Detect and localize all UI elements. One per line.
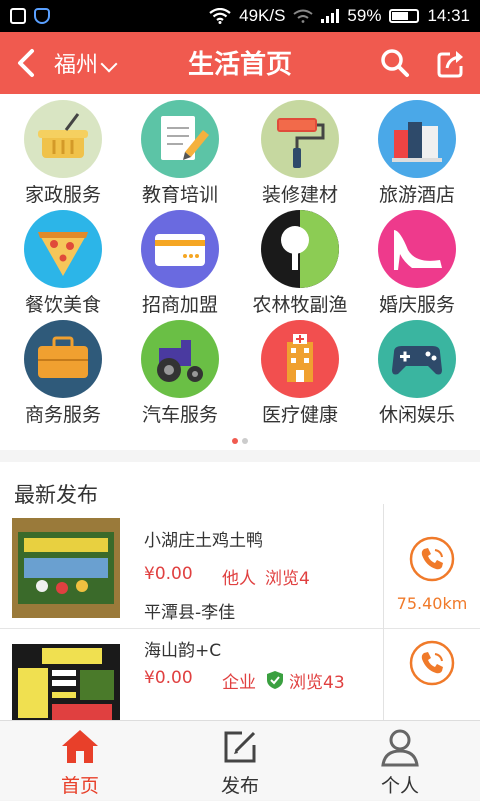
- phone-call-icon[interactable]: [409, 536, 455, 582]
- listing-thumbnail: [12, 644, 120, 720]
- distance: 75.40km: [396, 594, 468, 613]
- listing-title: 小湖庄土鸡土鸭: [144, 531, 263, 551]
- suitcase-icon: [378, 100, 456, 178]
- category-leisure[interactable]: 休闲娱乐: [357, 314, 477, 426]
- latest-section: 最新发布 小湖庄土鸡土鸭 ¥0.00 他人 浏览4 平潭县-李佳 75.40km…: [0, 462, 480, 720]
- shield-icon: [34, 8, 50, 24]
- category-label: 餐饮美食: [24, 294, 101, 316]
- nav-publish[interactable]: 发布: [160, 721, 320, 801]
- high-heel-icon: [378, 210, 456, 288]
- listing-title: 海山韵+C: [144, 641, 222, 661]
- briefcase-icon: [24, 320, 102, 398]
- pizza-icon: [24, 210, 102, 288]
- page-dot: [242, 438, 248, 444]
- category-education[interactable]: 教育培训: [120, 94, 240, 206]
- tractor-icon: [141, 320, 219, 398]
- hospital-icon: [261, 320, 339, 398]
- paint-roller-icon: [261, 100, 339, 178]
- nav-home-label: 首页: [60, 775, 99, 797]
- app-header: 福州 生活首页: [0, 32, 480, 94]
- phone-call-icon[interactable]: [409, 640, 455, 686]
- category-medical[interactable]: 医疗健康: [240, 314, 360, 426]
- section-title: 最新发布: [14, 483, 98, 507]
- signal-icon: [321, 9, 340, 23]
- category-decoration[interactable]: 装修建材: [240, 94, 360, 206]
- publisher-type: 企业: [222, 673, 256, 693]
- category-grid: 家政服务 教育培训 装修建材 旅游酒店 餐饮美食 招商加盟 农林牧副渔 婚庆服务…: [0, 94, 480, 450]
- share-icon[interactable]: [434, 46, 468, 80]
- nav-profile[interactable]: 个人: [320, 721, 480, 801]
- verified-shield-icon: [267, 671, 283, 689]
- category-food[interactable]: 餐饮美食: [3, 204, 123, 316]
- category-franchise[interactable]: 招商加盟: [120, 204, 240, 316]
- category-label: 汽车服务: [141, 404, 218, 426]
- category-label: 婚庆服务: [378, 294, 455, 316]
- wifi-dim-icon: [293, 9, 314, 23]
- category-label: 装修建材: [261, 184, 338, 206]
- battery-percent: 59%: [347, 6, 382, 25]
- nav-home[interactable]: 首页: [0, 721, 160, 801]
- divider: [383, 628, 384, 720]
- battery-icon: [389, 9, 420, 23]
- user-icon: [381, 729, 419, 767]
- edit-icon: [224, 731, 256, 763]
- notebook-pencil-icon: [141, 100, 219, 178]
- credit-card-icon: [141, 210, 219, 288]
- nav-profile-label: 个人: [380, 775, 419, 797]
- listing-location: 平潭县-李佳: [144, 603, 236, 623]
- category-label: 农林牧副渔: [252, 294, 348, 316]
- publisher-type: 他人: [222, 569, 256, 589]
- screenshot-icon: [10, 8, 26, 24]
- home-icon: [62, 730, 98, 763]
- row-divider: [0, 628, 480, 629]
- nav-publish-label: 发布: [220, 775, 259, 797]
- category-label: 教育培训: [141, 184, 218, 206]
- page-indicator: [0, 438, 480, 444]
- list-item[interactable]: 小湖庄土鸡土鸭 ¥0.00 他人 浏览4 平潭县-李佳 75.40km: [0, 504, 480, 642]
- category-label: 商务服务: [24, 404, 101, 426]
- search-icon[interactable]: [378, 46, 412, 80]
- network-speed: 49K/S: [239, 6, 286, 25]
- page-dot-active: [232, 438, 238, 444]
- tree-icon: [261, 210, 339, 288]
- category-home-service[interactable]: 家政服务: [3, 94, 123, 206]
- gamepad-icon: [378, 320, 456, 398]
- category-label: 家政服务: [24, 184, 101, 206]
- category-travel[interactable]: 旅游酒店: [357, 94, 477, 206]
- category-label: 医疗健康: [261, 404, 338, 426]
- divider: [383, 504, 384, 628]
- view-count: 浏览43: [289, 673, 345, 693]
- wifi-icon: [209, 8, 231, 24]
- category-label: 休闲娱乐: [378, 404, 455, 426]
- clock: 14:31: [427, 6, 470, 25]
- category-agriculture[interactable]: 农林牧副渔: [240, 204, 360, 316]
- bottom-nav: 首页 发布 个人: [0, 720, 480, 800]
- category-label: 旅游酒店: [378, 184, 455, 206]
- view-count: 浏览4: [265, 569, 310, 589]
- category-auto[interactable]: 汽车服务: [120, 314, 240, 426]
- listing-price: ¥0.00: [144, 668, 193, 688]
- category-business[interactable]: 商务服务: [3, 314, 123, 426]
- category-wedding[interactable]: 婚庆服务: [357, 204, 477, 316]
- listing-price: ¥0.00: [144, 564, 193, 584]
- listing-thumbnail: [12, 518, 120, 618]
- category-label: 招商加盟: [141, 294, 218, 316]
- status-bar: 49K/S 59% 14:31: [0, 0, 480, 32]
- basket-icon: [24, 100, 102, 178]
